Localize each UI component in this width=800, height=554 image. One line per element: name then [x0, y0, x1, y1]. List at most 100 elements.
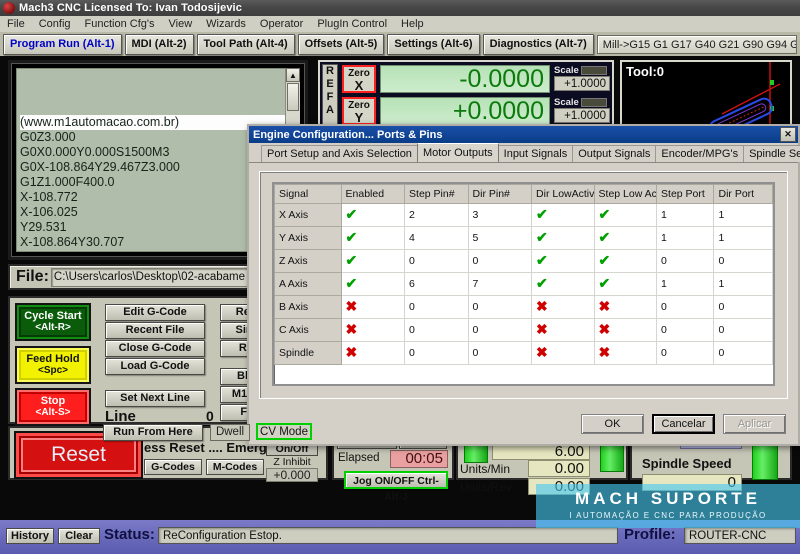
- feed-hold-button[interactable]: Feed Hold <Spc>: [15, 346, 91, 384]
- cell-dir-pin[interactable]: 0: [467, 341, 533, 365]
- cell-enabled[interactable]: ✖: [340, 318, 406, 342]
- ok-button[interactable]: OK: [581, 414, 644, 434]
- enabled-toggle-icon[interactable]: ✔: [346, 253, 359, 267]
- cell-enabled[interactable]: ✔: [340, 203, 406, 227]
- cell-step-port[interactable]: 1: [656, 203, 715, 227]
- cell-enabled[interactable]: ✔: [340, 226, 406, 250]
- cell-dir-pin[interactable]: 0: [467, 249, 533, 273]
- cell-dir-pin[interactable]: 5: [467, 226, 533, 250]
- cell-step-port[interactable]: 0: [656, 318, 715, 342]
- dir-lowactive-toggle-icon[interactable]: ✖: [536, 322, 549, 336]
- cancel-button[interactable]: Cancelar: [652, 414, 715, 434]
- menu-item-wizards[interactable]: Wizards: [199, 17, 253, 32]
- menu-item-function-cfgs[interactable]: Function Cfg's: [78, 17, 162, 32]
- history-button[interactable]: History: [6, 528, 54, 544]
- zero-y-button[interactable]: Zero Y: [342, 97, 376, 125]
- dir-lowactive-toggle-icon[interactable]: ✖: [536, 345, 549, 359]
- gcodes-button[interactable]: G-Codes: [144, 459, 202, 475]
- col-step-port[interactable]: Step Port: [656, 184, 715, 204]
- mcodes-button[interactable]: M-Codes: [206, 459, 264, 475]
- cell-step-pin[interactable]: 0: [404, 341, 469, 365]
- scale-x-value[interactable]: +1.0000: [554, 76, 610, 91]
- tab-diagnostics[interactable]: Diagnostics (Alt-7): [482, 33, 594, 55]
- menu-item-config[interactable]: Config: [32, 17, 78, 32]
- spindle-override-slider[interactable]: [752, 444, 778, 480]
- enabled-toggle-icon[interactable]: ✖: [346, 299, 359, 313]
- cell-step-pin[interactable]: 4: [404, 226, 469, 250]
- recent-file-button[interactable]: Recent File: [105, 322, 205, 339]
- cell-enabled[interactable]: ✔: [340, 249, 406, 273]
- cell-enabled[interactable]: ✔: [340, 272, 406, 296]
- load-gcode-button[interactable]: Load G-Code: [105, 358, 205, 375]
- clear-button[interactable]: Clear: [58, 528, 100, 544]
- cell-step-port[interactable]: 1: [656, 226, 715, 250]
- triangle-up-icon[interactable]: ▲: [286, 68, 300, 82]
- menu-item-help[interactable]: Help: [394, 17, 431, 32]
- run-from-here-button[interactable]: Run From Here: [103, 424, 203, 441]
- dialog-tab-encoder-mpg[interactable]: Encoder/MPG's: [655, 145, 745, 162]
- cell-dir-port[interactable]: 1: [713, 226, 773, 250]
- cell-step-lowactive[interactable]: ✔: [593, 249, 658, 273]
- cell-step-pin[interactable]: 6: [404, 272, 469, 296]
- scale-y-value[interactable]: +1.0000: [554, 108, 610, 123]
- table-row[interactable]: B Axis ✖ 0 0 ✖ ✖ 0 0: [274, 295, 773, 319]
- dir-lowactive-toggle-icon[interactable]: ✔: [536, 276, 549, 290]
- enabled-toggle-icon[interactable]: ✖: [346, 345, 359, 359]
- cell-step-port[interactable]: 0: [656, 341, 715, 365]
- cell-step-lowactive[interactable]: ✖: [593, 318, 658, 342]
- cell-step-port[interactable]: 0: [656, 249, 715, 273]
- cell-step-pin[interactable]: 0: [404, 295, 469, 319]
- cell-dir-port[interactable]: 1: [713, 272, 773, 296]
- col-step-lowactive[interactable]: Step Low Ac...: [593, 184, 658, 204]
- dialog-tab-input-signals[interactable]: Input Signals: [497, 145, 574, 162]
- cell-step-pin[interactable]: 0: [404, 318, 469, 342]
- cell-step-lowactive[interactable]: ✔: [593, 203, 658, 227]
- table-row[interactable]: A Axis ✔ 6 7 ✔ ✔ 1 1: [274, 272, 773, 296]
- close-gcode-button[interactable]: Close G-Code: [105, 340, 205, 357]
- cell-step-port[interactable]: 1: [656, 272, 715, 296]
- edit-gcode-button[interactable]: Edit G-Code: [105, 304, 205, 321]
- cell-step-lowactive[interactable]: ✔: [593, 272, 658, 296]
- dialog-tab-port-setup[interactable]: Port Setup and Axis Selection: [261, 145, 418, 162]
- dwell-toggle[interactable]: Dwell: [210, 424, 250, 441]
- cell-dir-pin[interactable]: 3: [467, 203, 533, 227]
- stop-button[interactable]: Stop <Alt-S>: [15, 388, 91, 426]
- scrollbar-thumb[interactable]: [287, 83, 299, 111]
- table-row[interactable]: Spindle ✖ 0 0 ✖ ✖ 0 0: [274, 341, 773, 365]
- zero-x-button[interactable]: Zero X: [342, 65, 376, 93]
- col-step-pin[interactable]: Step Pin#: [404, 184, 469, 204]
- motor-outputs-grid[interactable]: Signal Enabled Step Pin# Dir Pin# Dir Lo…: [272, 182, 775, 386]
- tab-program-run[interactable]: Program Run (Alt-1): [3, 33, 122, 55]
- table-row[interactable]: C Axis ✖ 0 0 ✖ ✖ 0 0: [274, 318, 773, 342]
- col-signal[interactable]: Signal: [274, 184, 342, 204]
- cell-dir-port[interactable]: 0: [713, 249, 773, 273]
- enabled-toggle-icon[interactable]: ✔: [346, 207, 359, 221]
- col-dir-port[interactable]: Dir Port: [713, 184, 773, 204]
- cell-step-lowactive[interactable]: ✔: [593, 226, 658, 250]
- step-lowactive-toggle-icon[interactable]: ✖: [599, 322, 612, 336]
- cell-dir-lowactive[interactable]: ✔: [531, 272, 595, 296]
- step-lowactive-toggle-icon[interactable]: ✖: [599, 299, 612, 313]
- set-next-line-button[interactable]: Set Next Line: [105, 390, 205, 407]
- cycle-start-button[interactable]: Cycle Start <Alt-R>: [15, 303, 91, 341]
- cell-enabled[interactable]: ✖: [340, 295, 406, 319]
- step-lowactive-toggle-icon[interactable]: ✖: [599, 345, 612, 359]
- cv-mode-toggle[interactable]: CV Mode: [256, 423, 312, 440]
- cell-dir-pin[interactable]: 7: [467, 272, 533, 296]
- enabled-toggle-icon[interactable]: ✔: [346, 276, 359, 290]
- cell-dir-port[interactable]: 0: [713, 295, 773, 319]
- tab-settings[interactable]: Settings (Alt-6): [387, 33, 480, 55]
- table-row[interactable]: X Axis ✔ 2 3 ✔ ✔ 1 1: [274, 203, 773, 227]
- cell-step-pin[interactable]: 2: [404, 203, 469, 227]
- dir-lowactive-toggle-icon[interactable]: ✔: [536, 253, 549, 267]
- dialog-tab-motor-outputs[interactable]: Motor Outputs: [416, 143, 499, 162]
- cell-dir-pin[interactable]: 0: [467, 318, 533, 342]
- col-dir-lowactive[interactable]: Dir LowActive: [531, 184, 595, 204]
- z-inhibit-value[interactable]: +0.000: [266, 468, 318, 482]
- cell-step-pin[interactable]: 0: [404, 249, 469, 273]
- cell-dir-port[interactable]: 1: [713, 203, 773, 227]
- col-enabled[interactable]: Enabled: [340, 184, 406, 204]
- menu-item-view[interactable]: View: [162, 17, 200, 32]
- step-lowactive-toggle-icon[interactable]: ✔: [599, 207, 612, 221]
- enabled-toggle-icon[interactable]: ✖: [346, 322, 359, 336]
